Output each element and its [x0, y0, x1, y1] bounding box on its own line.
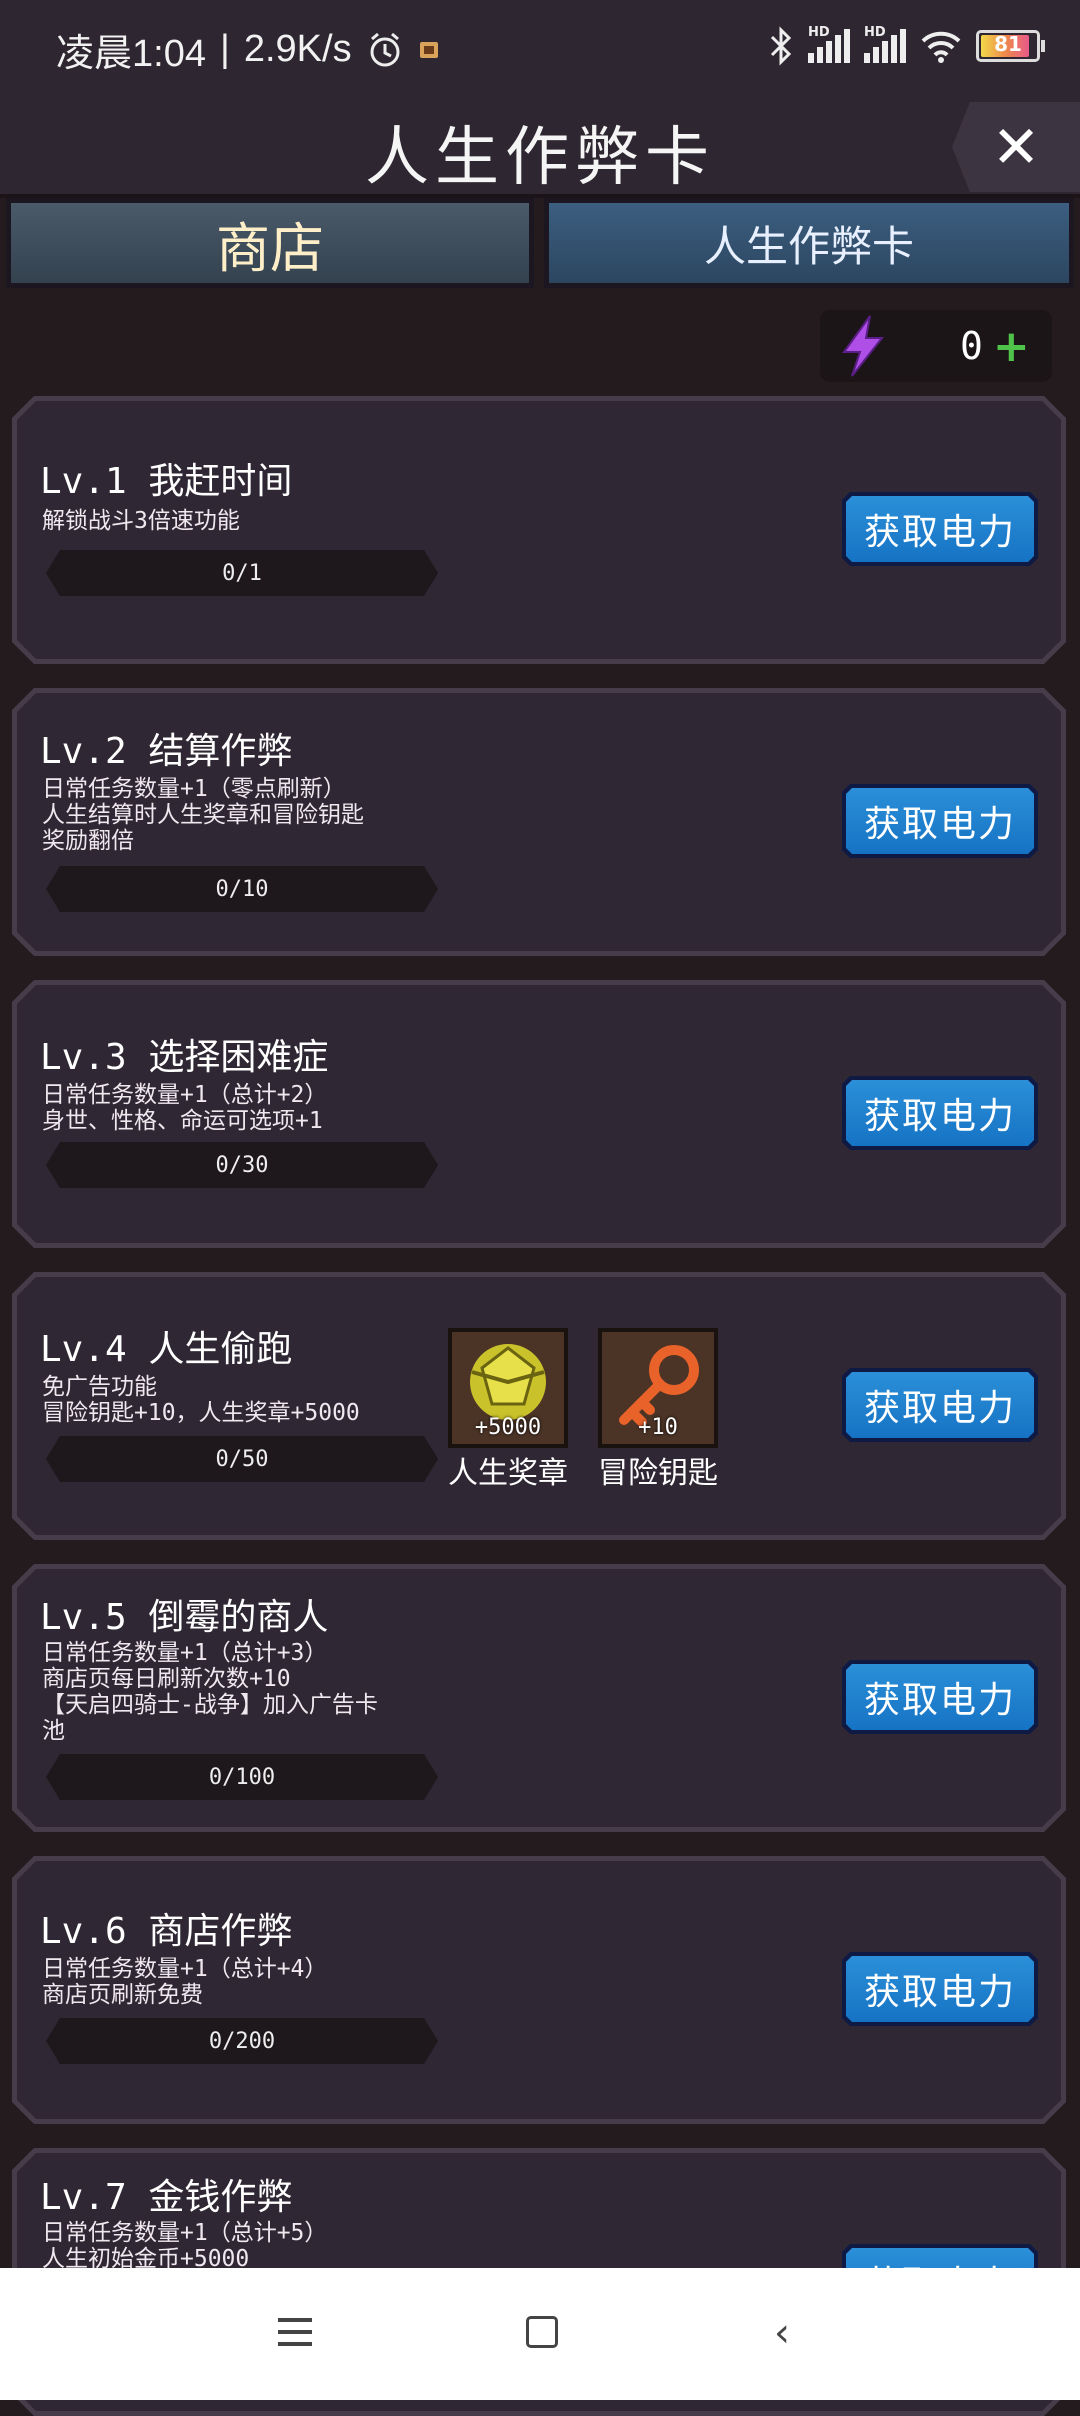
home-icon[interactable]	[526, 2316, 558, 2348]
page-title: 人生作弊卡	[365, 121, 715, 195]
cheat-card-lv1: Lv.1 我赶时间 解锁战斗3倍速功能 0/1 获取电力	[12, 396, 1066, 664]
card-description: 解锁战斗3倍速功能	[42, 508, 240, 534]
cheat-card-lv3: Lv.3 选择困难症 日常任务数量+1（总计+2） 身世、性格、命运可选项+1 …	[12, 980, 1066, 1248]
progress-bar: 0/10	[46, 866, 438, 912]
progress-bar: 0/200	[46, 2018, 438, 2064]
status-time: 凌晨1:04	[56, 33, 206, 75]
card-title: Lv.4 人生偷跑	[40, 1329, 293, 1370]
progress-bar: 0/1	[46, 550, 438, 596]
reward-name: 冒险钥匙	[598, 1456, 718, 1491]
cheat-card-lv6: Lv.6 商店作弊 日常任务数量+1（总计+4） 商店页刷新免费 0/200 获…	[12, 1856, 1066, 2124]
reward-key: +10	[598, 1328, 718, 1448]
energy-value: 0	[960, 324, 983, 368]
cheat-card-lv4: Lv.4 人生偷跑 免广告功能 冒险钥匙+10，人生奖章+5000 0/50 +…	[12, 1272, 1066, 1540]
battery-level: 81	[994, 32, 1022, 56]
close-button[interactable]: ✕	[952, 102, 1080, 192]
tab-life-cheat-card[interactable]: 人生作弊卡	[544, 198, 1074, 288]
menu-icon[interactable]	[278, 2318, 312, 2346]
card-description: 免广告功能 冒险钥匙+10，人生奖章+5000	[42, 1374, 360, 1426]
status-bar: 凌晨1:04 | 2.9K/s HD HD 81	[0, 0, 1080, 98]
add-energy-button[interactable]: +	[993, 321, 1030, 372]
status-right: HD HD 81	[768, 25, 1045, 66]
get-power-button[interactable]: 获取电力	[842, 1660, 1038, 1734]
progress-bar: 0/50	[46, 1436, 438, 1482]
get-power-button[interactable]: 获取电力	[842, 784, 1038, 858]
card-title: Lv.2 结算作弊	[40, 731, 293, 772]
card-title: Lv.6 商店作弊	[40, 1911, 293, 1952]
card-title: Lv.5 倒霉的商人	[40, 1597, 329, 1638]
system-nav-bar: ‹	[0, 2268, 1080, 2400]
lightning-icon	[842, 315, 885, 377]
signal-icon-2: HD	[864, 25, 906, 63]
app-notification-icon	[419, 41, 438, 58]
card-description: 日常任务数量+1（总计+5） 人生初始金币+5000	[42, 2220, 328, 2272]
card-description: 日常任务数量+1（总计+3） 商店页每日刷新次数+10 【天启四骑士-战争】加入…	[42, 1640, 378, 1744]
card-description: 日常任务数量+1（总计+2） 身世、性格、命运可选项+1	[42, 1082, 328, 1134]
reward-medal: +5000	[448, 1328, 568, 1448]
cheat-card-lv5: Lv.5 倒霉的商人 日常任务数量+1（总计+3） 商店页每日刷新次数+10 【…	[12, 1564, 1066, 1832]
network-speed: 2.9K/s	[243, 28, 352, 70]
card-description: 日常任务数量+1（零点刷新） 人生结算时人生奖章和冒险钥匙 奖励翻倍	[42, 776, 364, 854]
alarm-icon	[370, 32, 400, 66]
close-icon: ✕	[991, 113, 1041, 181]
card-description: 日常任务数量+1（总计+4） 商店页刷新免费	[42, 1956, 328, 2008]
get-power-button[interactable]: 获取电力	[842, 1368, 1038, 1442]
reward-amount: +5000	[474, 1415, 542, 1440]
progress-bar: 0/100	[46, 1754, 438, 1800]
reward-name: 人生奖章	[448, 1456, 568, 1491]
signal-icon: HD	[808, 25, 850, 63]
card-title: Lv.7 金钱作弊	[40, 2177, 293, 2218]
bluetooth-icon	[770, 26, 792, 66]
progress-bar: 0/30	[46, 1142, 438, 1188]
get-power-button[interactable]: 获取电力	[842, 1076, 1038, 1150]
tab-shop[interactable]: 商店	[6, 198, 534, 288]
wifi-icon	[921, 31, 961, 63]
battery-icon: 81	[976, 30, 1045, 62]
back-icon[interactable]: ‹	[774, 2310, 790, 2356]
get-power-button[interactable]: 获取电力	[842, 1952, 1038, 2026]
card-title: Lv.3 选择困难症	[40, 1037, 329, 1078]
status-left: 凌晨1:04 | 2.9K/s	[56, 22, 440, 77]
reward-amount: +10	[638, 1415, 678, 1440]
energy-counter: 0 +	[820, 310, 1052, 382]
title-bar: 人生作弊卡 ✕	[0, 98, 1080, 198]
get-power-button[interactable]: 获取电力	[842, 492, 1038, 566]
card-title: Lv.1 我赶时间	[40, 461, 293, 502]
cheat-card-lv2: Lv.2 结算作弊 日常任务数量+1（零点刷新） 人生结算时人生奖章和冒险钥匙 …	[12, 688, 1066, 956]
